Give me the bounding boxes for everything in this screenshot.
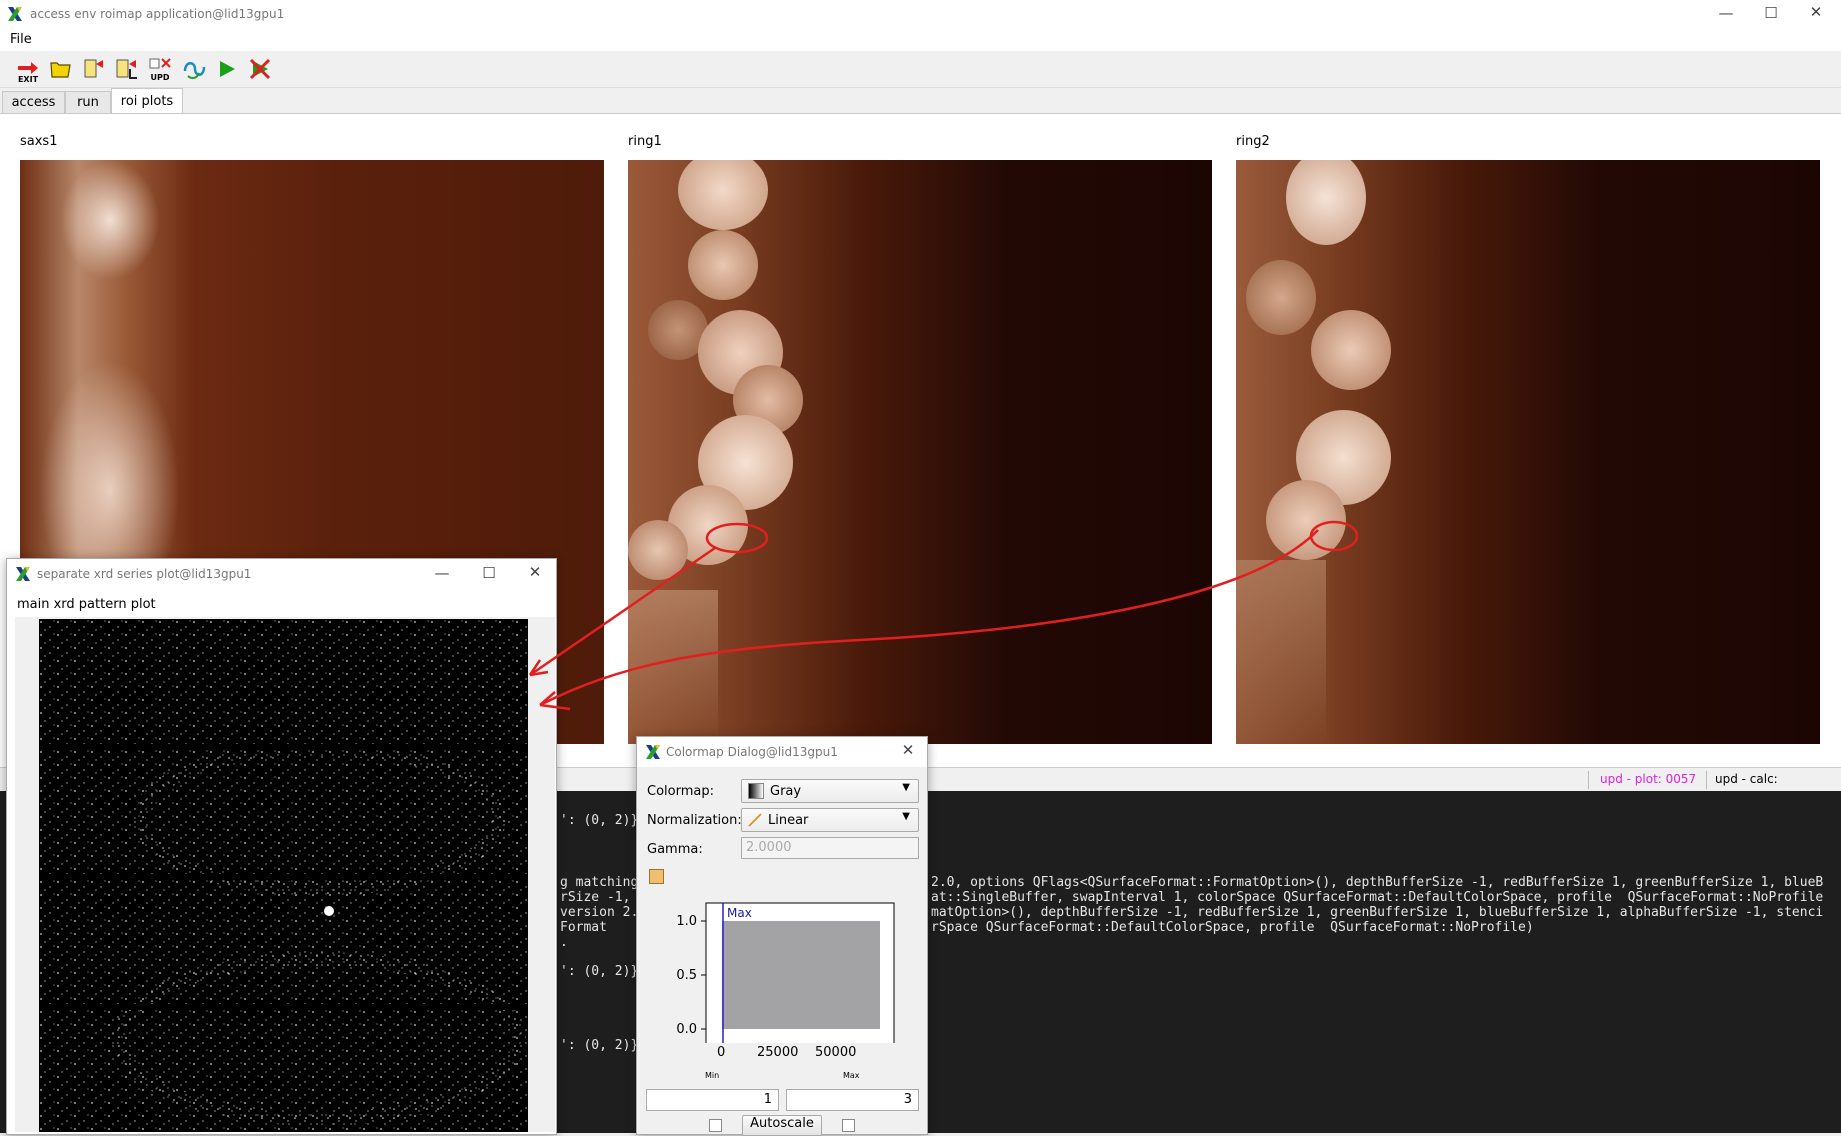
x-app-icon — [646, 745, 660, 759]
min-label: Min — [705, 1071, 720, 1080]
y-tick: 0.0 — [676, 1022, 697, 1037]
x-tick: 50000 — [815, 1045, 857, 1060]
histogram-max-marker: Max — [727, 906, 752, 920]
gamma-spinbox[interactable]: 2.0000 — [741, 837, 919, 859]
annotation-circle — [705, 522, 769, 554]
gray-gradient-icon — [748, 783, 764, 799]
autoscale-label: Autoscale — [750, 1116, 814, 1131]
max-autoscale-checkbox[interactable] — [842, 1119, 855, 1132]
normalization-select[interactable]: Linear ▼ — [741, 808, 919, 832]
colormap-value: Gray — [770, 783, 802, 799]
min-input[interactable]: 1 — [646, 1089, 779, 1111]
linear-icon — [748, 813, 762, 827]
chevron-down-icon: ▼ — [902, 811, 910, 822]
y-tick: 0.5 — [676, 968, 697, 983]
colormap-label: Colormap: — [647, 784, 714, 799]
close-icon[interactable]: ✕ — [893, 741, 923, 759]
normalization-value: Linear — [768, 812, 809, 828]
gamma-label: Gamma: — [647, 842, 703, 857]
colormap-dialog-title: Colormap Dialog@lid13gpu1 — [666, 745, 838, 759]
colormap-select[interactable]: Gray ▼ — [741, 779, 919, 803]
x-tick: 0 — [717, 1045, 726, 1060]
min-autoscale-checkbox[interactable] — [709, 1119, 722, 1132]
min-value: 1 — [763, 1092, 772, 1107]
x-tick: 25000 — [757, 1045, 799, 1060]
annotation-arrow — [539, 529, 1319, 707]
gamma-value: 2.0000 — [746, 840, 792, 855]
colormap-dialog: Colormap Dialog@lid13gpu1 ✕ Colormap: Gr… — [636, 736, 928, 1136]
max-input[interactable]: 3 — [786, 1089, 919, 1111]
max-value: 3 — [903, 1092, 912, 1107]
histogram-toggle-icon[interactable] — [649, 869, 664, 884]
annotation-circle — [1309, 520, 1359, 552]
annotation-arrow-head — [539, 691, 571, 711]
normalization-label: Normalization: — [647, 813, 742, 828]
histogram-plot[interactable]: Max 1.0 0.5 0.0 — [649, 885, 921, 1043]
max-label: Max — [843, 1071, 860, 1080]
chevron-down-icon: ▼ — [902, 782, 910, 793]
y-tick: 1.0 — [676, 914, 697, 929]
colormap-title-bar: Colormap Dialog@lid13gpu1 ✕ — [637, 737, 927, 767]
